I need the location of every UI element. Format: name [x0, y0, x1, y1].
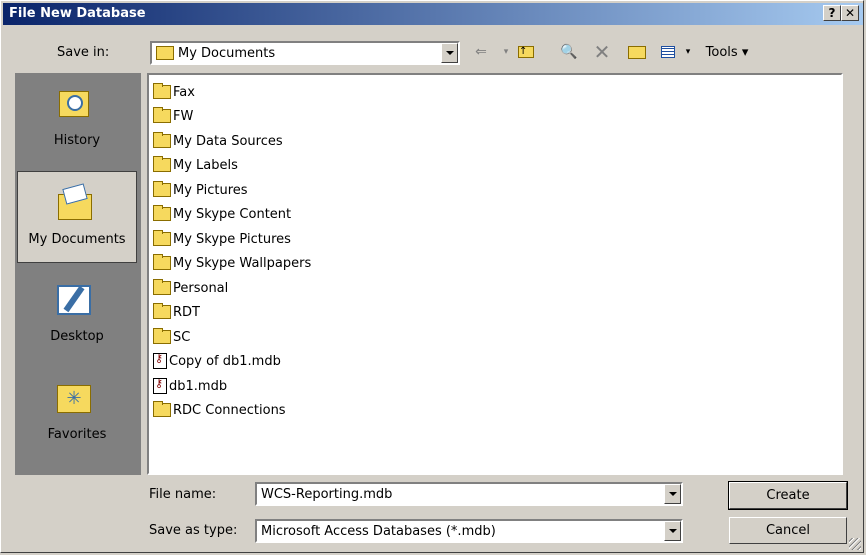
- search-web-icon[interactable]: 🔍: [557, 41, 581, 63]
- up-folder-icon[interactable]: ↑: [515, 41, 537, 63]
- list-item[interactable]: Copy of db1.mdb: [153, 350, 281, 372]
- desktop-icon: [53, 279, 95, 321]
- folder-icon: [153, 254, 171, 270]
- title-bar[interactable]: File New Database ? ✕: [3, 3, 863, 25]
- folder-icon: [153, 83, 171, 99]
- file-name-text: RDC Connections: [173, 402, 286, 418]
- place-label: Desktop: [50, 329, 104, 344]
- file-name-text: RDT: [173, 304, 200, 320]
- list-item[interactable]: Personal: [153, 277, 228, 299]
- back-dropdown-icon[interactable]: ▾: [501, 41, 511, 63]
- views-icon[interactable]: [657, 41, 679, 63]
- save-as-type-value: Microsoft Access Databases (*.mdb): [261, 524, 496, 539]
- file-name-text: My Labels: [173, 157, 238, 173]
- list-item[interactable]: My Labels: [153, 154, 238, 176]
- cancel-button[interactable]: Cancel: [729, 517, 847, 544]
- create-button-label: Create: [766, 488, 810, 503]
- resize-grip[interactable]: [849, 538, 861, 550]
- access-database-icon: [153, 377, 167, 394]
- save-in-value: My Documents: [178, 46, 276, 61]
- file-name-text: FW: [173, 108, 194, 124]
- pictures-folder-icon: [153, 181, 171, 197]
- list-item[interactable]: FW: [153, 105, 193, 127]
- place-label: My Documents: [28, 232, 126, 247]
- place-label: History: [53, 133, 101, 148]
- help-button[interactable]: ?: [823, 5, 841, 21]
- folder-icon: [153, 328, 171, 344]
- chevron-down-icon[interactable]: [664, 521, 681, 541]
- file-name-text: My Pictures: [173, 182, 248, 198]
- file-name-text: My Skype Wallpapers: [173, 255, 312, 271]
- tools-menu[interactable]: Tools ▾: [695, 41, 759, 63]
- file-name-text: db1.mdb: [169, 378, 228, 394]
- my-documents-icon: [54, 182, 96, 224]
- list-item[interactable]: My Skype Wallpapers: [153, 252, 311, 274]
- file-name-text: Copy of db1.mdb: [169, 353, 281, 369]
- list-item[interactable]: db1.mdb: [153, 375, 227, 397]
- folder-icon: [153, 107, 171, 123]
- list-item[interactable]: RDC Connections: [153, 399, 286, 421]
- back-icon[interactable]: ⇐: [471, 41, 491, 63]
- list-item[interactable]: My Data Sources: [153, 130, 283, 152]
- folder-icon: [153, 230, 171, 246]
- new-folder-icon[interactable]: [625, 41, 649, 63]
- save-in-dropdown[interactable]: My Documents: [150, 41, 460, 65]
- folder-icon: [153, 303, 171, 319]
- file-name-text: Personal: [173, 280, 229, 296]
- list-item[interactable]: My Skype Content: [153, 203, 291, 225]
- save-as-type-dropdown[interactable]: Microsoft Access Databases (*.mdb): [255, 519, 683, 543]
- file-list[interactable]: Fax FW My Data Sources My Labels My Pict…: [147, 73, 843, 475]
- list-item[interactable]: SC: [153, 326, 190, 348]
- list-item[interactable]: My Pictures: [153, 179, 248, 201]
- chevron-down-icon[interactable]: [664, 484, 681, 504]
- list-item[interactable]: My Skype Pictures: [153, 228, 291, 250]
- file-name-label: File name:: [149, 487, 217, 502]
- views-dropdown-icon[interactable]: ▾: [683, 41, 693, 63]
- place-favorites[interactable]: ✳ Favorites: [17, 367, 137, 459]
- save-as-type-label: Save as type:: [149, 523, 238, 538]
- history-icon: [53, 83, 95, 125]
- folder-icon: [153, 205, 171, 221]
- data-sources-folder-icon: [153, 132, 171, 148]
- folder-icon: [153, 279, 171, 295]
- shortcut-folder-icon: [153, 401, 171, 417]
- list-item[interactable]: Fax: [153, 81, 195, 103]
- file-name-field[interactable]: WCS-Reporting.mdb: [255, 482, 683, 506]
- place-desktop[interactable]: Desktop: [17, 269, 137, 361]
- cancel-button-label: Cancel: [765, 523, 811, 538]
- window-title: File New Database: [9, 6, 146, 21]
- file-new-database-dialog: File New Database ? ✕ Save in: My Docume…: [0, 0, 864, 553]
- file-name-text: SC: [173, 329, 191, 345]
- create-button[interactable]: Create: [728, 481, 848, 510]
- folder-icon: [153, 156, 171, 172]
- file-name-text: My Data Sources: [173, 133, 283, 149]
- my-documents-small-icon: [156, 46, 174, 60]
- place-label: Favorites: [47, 427, 107, 442]
- save-in-label: Save in:: [57, 45, 110, 60]
- delete-icon[interactable]: ✕: [591, 40, 613, 64]
- favorites-icon: ✳: [53, 377, 95, 419]
- place-history[interactable]: History: [17, 73, 137, 165]
- file-name-value: WCS-Reporting.mdb: [261, 487, 393, 502]
- file-name-text: Fax: [173, 84, 195, 100]
- close-button[interactable]: ✕: [841, 5, 859, 21]
- list-item[interactable]: RDT: [153, 301, 200, 323]
- file-name-text: My Skype Content: [173, 206, 292, 222]
- chevron-down-icon[interactable]: [441, 43, 458, 63]
- access-database-icon: [153, 352, 167, 369]
- file-name-text: My Skype Pictures: [173, 231, 291, 247]
- places-bar: History My Documents Desktop ✳ Favorites: [15, 73, 141, 475]
- place-my-documents[interactable]: My Documents: [17, 171, 137, 263]
